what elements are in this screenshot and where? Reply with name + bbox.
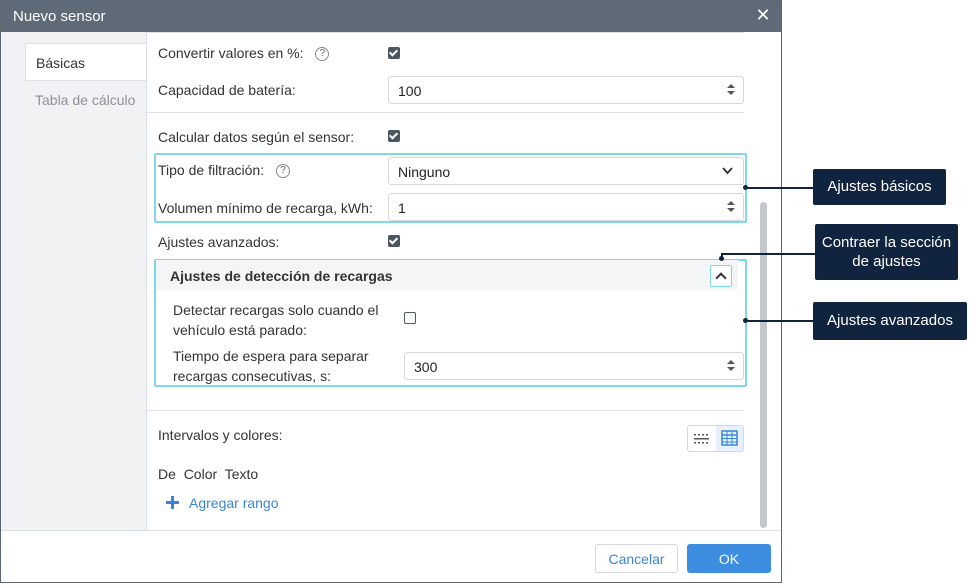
column-texto: Texto [224, 466, 259, 482]
help-icon[interactable]: ? [275, 164, 290, 179]
filter-type-select[interactable]: Ninguno [388, 157, 744, 185]
callout-line [721, 253, 723, 259]
intervals-columns: De Color Texto [158, 466, 258, 482]
add-range-link[interactable]: Agregar rango [166, 495, 279, 511]
filter-type-text: Tipo de filtración: [158, 162, 265, 178]
divider [147, 410, 744, 411]
wait-time-label: Tiempo de espera para separar recargas c… [173, 346, 369, 386]
close-icon[interactable]: ✕ [753, 5, 773, 27]
ok-button[interactable]: OK [687, 544, 771, 573]
advanced-checkbox[interactable] [388, 235, 400, 247]
new-sensor-dialog: Nuevo sensor ✕ Básicas Tabla de cálculo … [0, 0, 782, 583]
convert-percent-checkbox[interactable] [388, 47, 400, 59]
filter-type-label: Tipo de filtración: ? [158, 162, 290, 179]
tab-basicas[interactable]: Básicas [25, 43, 146, 81]
min-refill-label: Volumen mínimo de recarga, kWh: [158, 200, 373, 216]
convert-percent-text: Convertir valores en %: [158, 45, 304, 61]
advanced-label: Ajustes avanzados: [158, 234, 280, 250]
list-view-button[interactable] [688, 426, 715, 451]
callout-advanced-settings: Ajustes avanzados [813, 302, 967, 340]
sidebar: Básicas Tabla de cálculo [1, 32, 147, 530]
refill-section-header[interactable]: Ajustes de detección de recargas [156, 260, 738, 290]
callout-line [721, 253, 815, 255]
callout-basic-settings: Ajustes básicos [813, 169, 946, 205]
wait-time-line1: Tiempo de espera para separar [173, 348, 369, 364]
collapse-section-button[interactable] [710, 265, 732, 287]
cancel-button[interactable]: Cancelar [595, 544, 678, 573]
callout-line [746, 187, 813, 189]
callout-collapse-section: Contraer la sección de ajustes [815, 224, 958, 280]
column-de: De [158, 466, 176, 482]
divider [147, 112, 744, 113]
column-color: Color [183, 466, 218, 482]
form-content: Convertir valores en %: ? Capacidad de b… [147, 32, 755, 530]
refill-section-title: Ajustes de detección de recargas [170, 268, 393, 284]
callout-collapse-line2: de ajustes [852, 253, 921, 270]
battery-label: Capacidad de batería: [158, 82, 296, 98]
wait-time-input[interactable]: 300 [404, 352, 744, 380]
detect-stopped-line1: Detectar recargas solo cuando el [173, 302, 379, 318]
divider [147, 32, 744, 33]
plus-icon [166, 496, 179, 509]
table-icon [721, 430, 738, 446]
min-refill-input[interactable]: 1 [388, 193, 744, 221]
battery-value: 100 [398, 83, 422, 99]
dialog-title: Nuevo sensor [13, 8, 106, 25]
detect-stopped-label: Detectar recargas solo cuando el vehícul… [173, 300, 378, 340]
detect-stopped-line2: vehículo está parado: [173, 322, 307, 338]
scrollbar[interactable] [758, 32, 770, 530]
callout-line [746, 320, 813, 322]
callout-collapse-line1: Contraer la sección [821, 234, 952, 251]
help-icon[interactable]: ? [315, 47, 330, 62]
calc-by-sensor-checkbox[interactable] [388, 130, 400, 142]
scrollbar-thumb[interactable] [760, 202, 767, 528]
wait-time-value: 300 [414, 359, 438, 375]
wait-time-line2: recargas consecutivas, s: [173, 368, 331, 384]
calc-by-sensor-label: Calcular datos según el sensor: [158, 129, 355, 145]
battery-input[interactable]: 100 [388, 76, 744, 104]
min-refill-value: 1 [398, 200, 406, 216]
filter-type-value: Ninguno [398, 164, 451, 180]
dialog-footer: Cancelar OK [1, 530, 781, 582]
detect-stopped-checkbox[interactable] [404, 312, 416, 324]
stepper-icon[interactable] [727, 360, 735, 372]
table-view-button[interactable] [716, 426, 743, 451]
dialog-titlebar: Nuevo sensor ✕ [1, 1, 781, 32]
tab-tabla-de-calculo[interactable]: Tabla de cálculo [25, 81, 146, 119]
chevron-down-icon [722, 167, 733, 175]
stepper-icon[interactable] [727, 84, 735, 96]
convert-percent-label: Convertir valores en %: ? [158, 45, 330, 62]
view-toggle [687, 425, 744, 452]
stepper-icon[interactable] [727, 201, 735, 213]
intervals-label: Intervalos y colores: [158, 427, 283, 443]
dotted-table-icon [694, 434, 709, 444]
add-range-label: Agregar rango [189, 495, 279, 511]
